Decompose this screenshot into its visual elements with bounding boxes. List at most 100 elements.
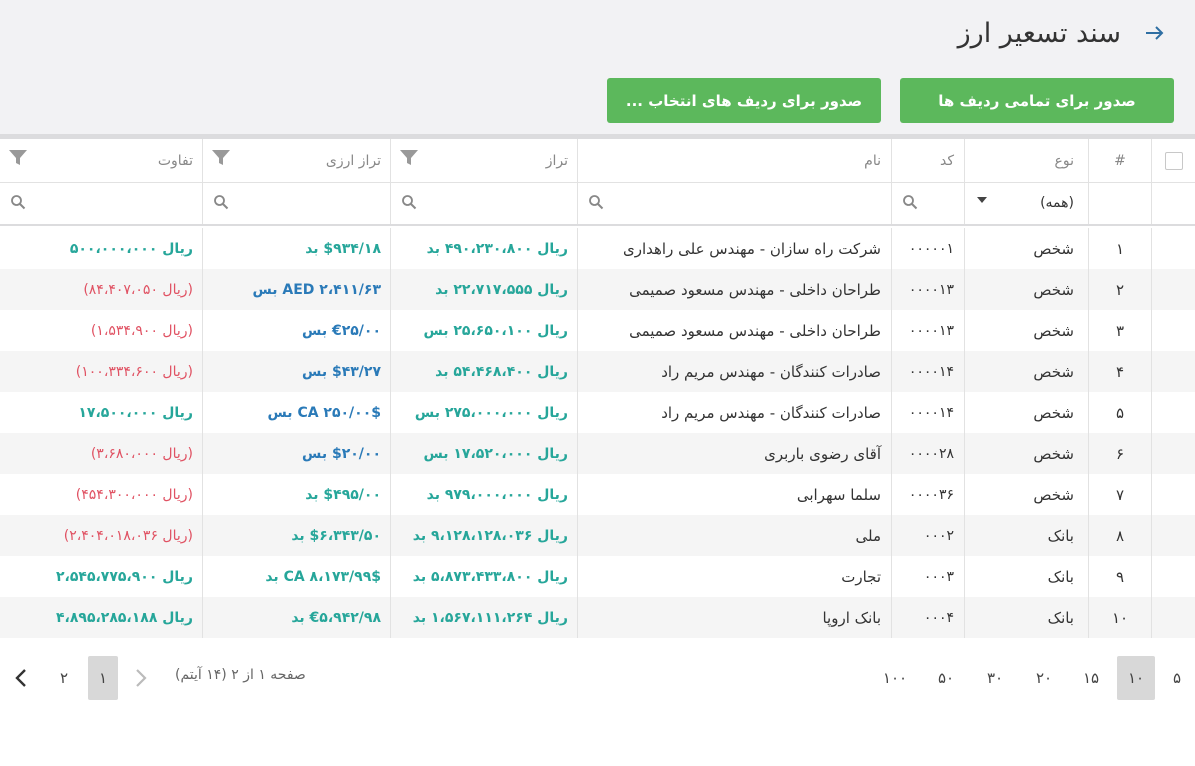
row-fx-balance: CA ۲۵۰/۰۰$ بس: [202, 392, 390, 433]
row-name: سلما سهرابی: [577, 474, 891, 515]
fx-balance-filter-input[interactable]: [202, 183, 390, 224]
column-header-difference[interactable]: تفاوت: [0, 139, 202, 182]
row-select-cell[interactable]: [1151, 556, 1195, 597]
row-number: ۹: [1088, 556, 1151, 597]
pager-prev-icon[interactable]: [128, 656, 154, 700]
row-code: ۰۰۰۰۱۳: [891, 269, 964, 310]
table-row[interactable]: ۶ شخص ۰۰۰۰۲۸ آقای رضوی باربری ریال ۱۷،۵۲۰،۰۰…: [0, 433, 1195, 474]
row-code: ۰۰۰۰۱۴: [891, 392, 964, 433]
balance-filter-input[interactable]: [390, 183, 577, 224]
page-size-5[interactable]: ۵: [1162, 656, 1192, 700]
table-row[interactable]: ۳ شخص ۰۰۰۰۱۳ طراحان داخلی - مهندس مسعود صمی…: [0, 310, 1195, 351]
pager-next-icon[interactable]: [8, 656, 34, 700]
table-row[interactable]: ۲ شخص ۰۰۰۰۱۳ طراحان داخلی - مهندس مسعود صمی…: [0, 269, 1195, 310]
row-type: شخص: [964, 474, 1088, 515]
table-row[interactable]: ۴ شخص ۰۰۰۰۱۴ صادرات کنندگان - مهندس مریم را…: [0, 351, 1195, 392]
page-size-30[interactable]: ۳۰: [977, 656, 1013, 700]
back-arrow-icon[interactable]: [1139, 22, 1169, 52]
row-select-cell[interactable]: [1151, 515, 1195, 556]
row-difference: ریال ۴،۸۹۵،۲۸۵،۱۸۸: [55, 609, 193, 626]
table-row[interactable]: ۷ شخص ۰۰۰۰۳۶ سلما سهرابی ریال ۹۷۹،۰۰۰،۰۰۰ بد…: [0, 474, 1195, 515]
column-header-balance[interactable]: تراز: [390, 139, 577, 182]
pager: ۲ ۱ صفحه ۱ از ۲ (۱۴ آیتم) ۱۰۰ ۵۰ ۳۰ ۲۰ ۱…: [0, 655, 1195, 701]
type-filter-dropdown[interactable]: (همه): [964, 183, 1088, 224]
row-fx-balance: $۴۹۵/۰۰ بد: [202, 474, 390, 515]
table-row[interactable]: ۱ شخص ۰۰۰۰۰۱ شرکت راه سازان - مهندس علی راه…: [0, 228, 1195, 269]
column-header-code-label: کد: [939, 152, 954, 169]
table-row[interactable]: ۵ شخص ۰۰۰۰۱۴ صادرات کنندگان - مهندس مریم را…: [0, 392, 1195, 433]
page-size-20[interactable]: ۲۰: [1026, 656, 1062, 700]
row-fx-balance: CA ۸،۱۷۳/۹۹$ بد: [202, 556, 390, 597]
row-name: ملی: [577, 515, 891, 556]
row-select-cell[interactable]: [1151, 392, 1195, 433]
row-select-cell[interactable]: [1151, 433, 1195, 474]
filter-cell-num: [1088, 183, 1151, 224]
row-name: صادرات کنندگان - مهندس مریم راد: [577, 392, 891, 433]
issue-all-rows-button[interactable]: صدور برای تمامی ردیف ها: [900, 78, 1174, 123]
column-header-type[interactable]: نوع: [964, 139, 1088, 182]
row-select-cell[interactable]: [1151, 228, 1195, 269]
row-difference: (ریال ۸۴،۴۰۷،۰۵۰): [83, 281, 193, 298]
column-header-num: #: [1088, 139, 1151, 182]
balance-filter-icon[interactable]: [399, 148, 419, 168]
table-row[interactable]: ۱۰ بانک ۰۰۰۴ بانک اروپا ریال ۱،۵۶۷،۱۱۱،۲۶۴ ب…: [0, 597, 1195, 638]
search-icon: [903, 195, 918, 210]
pager-page-1[interactable]: ۱: [88, 656, 118, 700]
row-name: بانک اروپا: [577, 597, 891, 638]
select-all-checkbox[interactable]: [1164, 151, 1183, 170]
table-row[interactable]: ۹ بانک ۰۰۰۳ تجارت ریال ۵،۸۷۳،۴۳۳،۸۰۰ بد CA ۸،…: [0, 556, 1195, 597]
row-name: آقای رضوی باربری: [577, 433, 891, 474]
row-number: ۶: [1088, 433, 1151, 474]
row-select-cell[interactable]: [1151, 310, 1195, 351]
row-select-cell[interactable]: [1151, 474, 1195, 515]
row-fx-balance: $۶،۳۴۳/۵۰ بد: [202, 515, 390, 556]
row-balance: ریال ۵۴،۴۶۸،۴۰۰ بد: [390, 351, 577, 392]
search-icon: [402, 195, 417, 210]
row-code: ۰۰۰۰۲۸: [891, 433, 964, 474]
page-size-100[interactable]: ۱۰۰: [875, 656, 915, 700]
row-difference: (ریال ۴۵۴،۳۰۰،۰۰۰): [75, 486, 193, 503]
row-select-cell[interactable]: [1151, 351, 1195, 392]
row-fx-balance: $۴۳/۲۷ بس: [202, 351, 390, 392]
column-header-code[interactable]: کد: [891, 139, 964, 182]
row-type: شخص: [964, 269, 1088, 310]
row-type: بانک: [964, 515, 1088, 556]
row-type: شخص: [964, 433, 1088, 474]
column-header-name[interactable]: نام: [577, 139, 891, 182]
row-fx-balance: $۲۰/۰۰ بس: [202, 433, 390, 474]
grid-filter-row: (همه): [0, 183, 1195, 226]
column-header-fx-balance[interactable]: تراز ارزی: [202, 139, 390, 182]
type-filter-value: (همه): [1040, 195, 1074, 211]
row-number: ۱۰: [1088, 597, 1151, 638]
row-difference: (ریال ۱۰۰،۳۳۴،۶۰۰): [75, 363, 193, 380]
row-select-cell[interactable]: [1151, 269, 1195, 310]
row-type: بانک: [964, 597, 1088, 638]
row-name: صادرات کنندگان - مهندس مریم راد: [577, 351, 891, 392]
row-fx-balance: €۲۵/۰۰ بس: [202, 310, 390, 351]
row-type: شخص: [964, 228, 1088, 269]
column-header-difference-label: تفاوت: [157, 152, 193, 169]
column-header-fx-balance-label: تراز ارزی: [325, 152, 381, 169]
row-type: شخص: [964, 351, 1088, 392]
row-code: ۰۰۰۰۳۶: [891, 474, 964, 515]
page-size-50[interactable]: ۵۰: [928, 656, 964, 700]
column-header-balance-label: تراز: [545, 152, 568, 169]
row-number: ۲: [1088, 269, 1151, 310]
row-number: ۵: [1088, 392, 1151, 433]
row-number: ۳: [1088, 310, 1151, 351]
page-size-10[interactable]: ۱۰: [1117, 656, 1155, 700]
difference-filter-input[interactable]: [0, 183, 202, 224]
pager-info: صفحه ۱ از ۲ (۱۴ آیتم): [175, 667, 306, 683]
pager-page-2[interactable]: ۲: [50, 656, 78, 700]
table-row[interactable]: ۸ بانک ۰۰۰۲ ملی ریال ۹،۱۲۸،۱۲۸،۰۳۶ بد $۶،۳۴۳/…: [0, 515, 1195, 556]
row-select-cell[interactable]: [1151, 597, 1195, 638]
difference-filter-icon[interactable]: [8, 148, 28, 168]
code-filter-input[interactable]: [891, 183, 964, 224]
name-filter-input[interactable]: [577, 183, 891, 224]
fx-balance-filter-icon[interactable]: [211, 148, 231, 168]
row-code: ۰۰۰۴: [891, 597, 964, 638]
page-size-15[interactable]: ۱۵: [1073, 656, 1109, 700]
filter-cell-empty: [1151, 183, 1195, 224]
issue-selected-rows-button[interactable]: صدور برای ردیف های انتخاب ...: [607, 78, 881, 123]
row-difference: (ریال ۳،۶۸۰،۰۰۰): [90, 445, 193, 462]
